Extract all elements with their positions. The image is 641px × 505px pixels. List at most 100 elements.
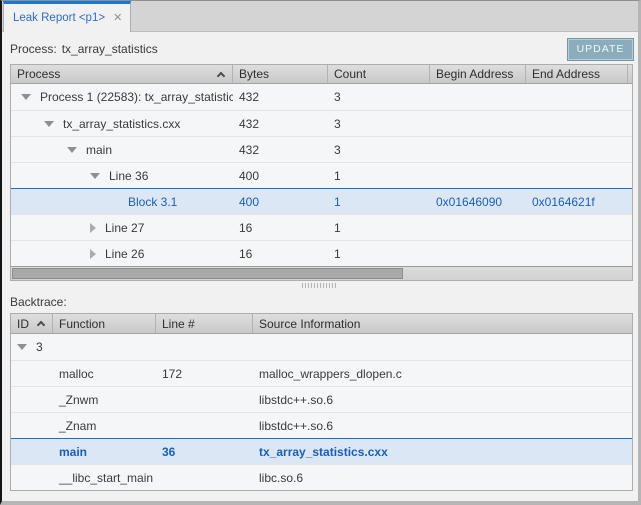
pane-splitter[interactable] [2,281,638,290]
leak-table-row[interactable]: tx_array_statistics.cxx 4323 [11,110,632,136]
src-cell: malloc_wrappers_dlopen.c [253,367,632,381]
leak-table-row[interactable]: Line 26161 [11,240,632,266]
btid-cell: 3 [628,195,633,209]
process-tree-cell: Line 36 [11,163,233,188]
column-header-fn[interactable]: Function [53,314,156,333]
id-cell [11,361,53,386]
line-cell: 36 [156,445,253,459]
backtrace-row[interactable]: 3 [11,334,632,360]
end-cell: 0x0164621f [526,195,628,209]
expand-triangle-icon[interactable] [90,223,96,233]
leak-table-row[interactable]: Process 1 (22583): tx_array_statistics43… [11,84,632,110]
process-label: Process: [10,42,57,56]
process-tree-cell: Line 26 [11,241,233,266]
leak-table-row[interactable]: Line 364001 [11,162,632,188]
collapse-triangle-icon[interactable] [90,173,100,179]
column-header-label: Function [59,317,105,331]
count-cell: 1 [328,221,430,235]
column-header-end[interactable]: End Address [526,65,628,83]
src-cell: libc.so.6 [253,471,632,485]
count-cell: 3 [328,117,430,131]
column-header-label: End Address [532,67,600,81]
column-header-process[interactable]: Process [11,65,233,83]
process-tree-cell: main [11,137,233,162]
bytes-cell: 432 [233,90,328,104]
begin-cell: 0x01646090 [430,195,526,209]
bytes-cell: 16 [233,247,328,261]
bytes-cell: 432 [233,143,328,157]
column-header-label: Bytes [239,67,269,81]
backtrace-row[interactable]: __libc_start_main libc.so.6 [11,464,632,490]
tree-node-label: Line 36 [109,169,148,183]
leak-table-row[interactable]: main4323 [11,136,632,162]
src-cell: tx_array_statistics.cxx [253,445,632,459]
process-value: tx_array_statistics [62,42,158,56]
id-cell [11,387,53,412]
id-cell: 3 [11,334,53,360]
process-tree-cell: Process 1 (22583): tx_array_statistics [11,84,233,110]
process-tree-cell: tx_array_statistics.cxx [11,111,233,136]
backtrace-table-body: 3malloc172malloc_wrappers_dlopen.c_Znwml… [11,334,632,490]
column-header-label: Line # [162,317,195,331]
fn-cell: _Znwm [53,393,156,407]
leak-report-window: Leak Report <p1> ✕ Process: tx_array_sta… [0,0,641,505]
fn-cell: _Znam [53,419,156,433]
column-header-src[interactable]: Source Information [253,314,632,333]
bytes-cell: 432 [233,117,328,131]
scrollbar-thumb[interactable] [12,268,403,279]
backtrace-table: ID Function Line # Source Information 3 mall… [10,313,633,491]
bytes-cell: 400 [233,195,328,209]
column-header-bytes[interactable]: Bytes [233,65,328,83]
collapse-triangle-icon[interactable] [17,344,27,350]
count-cell: 3 [328,143,430,157]
id-cell [11,465,53,490]
tree-node-label: Line 26 [105,247,144,261]
update-button[interactable]: UPDATE [567,38,634,61]
leak-table-row[interactable]: Line 27161 [11,214,632,240]
process-line: Process: tx_array_statistics UPDATE [2,32,638,64]
count-cell: 1 [328,195,430,209]
column-header-line[interactable]: Line # [156,314,253,333]
backtrace-row[interactable]: malloc172malloc_wrappers_dlopen.c [11,360,632,386]
column-header-label: Source Information [259,317,360,331]
column-header-count[interactable]: Count [328,65,430,83]
src-cell: libstdc++.so.6 [253,419,632,433]
column-header-btid[interactable]: B [628,65,633,83]
backtrace-row[interactable]: _Znwmlibstdc++.so.6 [11,386,632,412]
count-cell: 3 [328,90,430,104]
backtrace-label-text: Backtrace: [10,295,67,309]
id-cell [11,413,53,438]
fn-cell: __libc_start_main [53,471,156,485]
collapse-triangle-icon[interactable] [44,121,54,127]
leak-table-row[interactable]: Block 3.140010x016460900x0164621f3 [11,188,632,214]
fn-cell: main [53,445,156,459]
id-cell [11,439,53,464]
column-header-label: Count [334,67,366,81]
leak-table-header: Process Bytes Count Begin Address End Addres… [11,65,632,84]
expand-triangle-icon[interactable] [90,249,96,259]
tab-leak-report[interactable]: Leak Report <p1> ✕ [3,1,131,32]
sort-ascending-icon [37,321,45,329]
sort-ascending-icon [217,71,225,79]
column-header-id[interactable]: ID [11,314,53,333]
close-icon[interactable]: ✕ [113,13,122,24]
splitter-grip-icon [302,283,338,288]
leak-table-body: Process 1 (22583): tx_array_statistics43… [11,84,632,266]
tree-node-label: tx_array_statistics.cxx [63,117,180,131]
id-label: 3 [36,340,43,354]
column-header-begin[interactable]: Begin Address [430,65,526,83]
column-header-label: ID [17,317,29,331]
collapse-triangle-icon[interactable] [21,94,31,100]
backtrace-row[interactable]: main36tx_array_statistics.cxx [11,438,632,464]
tree-node-label: Process 1 (22583): tx_array_statistics [40,90,233,104]
fn-cell: malloc [53,367,156,381]
collapse-triangle-icon[interactable] [67,147,77,153]
tree-node-label: Line 27 [105,221,144,235]
horizontal-scrollbar[interactable] [10,266,633,281]
process-tree-cell: Block 3.1 [11,189,233,214]
backtrace-label: Backtrace: [2,290,638,313]
column-header-label: Begin Address [436,67,513,81]
backtrace-row[interactable]: _Znam libstdc++.so.6 [11,412,632,438]
bytes-cell: 400 [233,169,328,183]
leak-table: Process Bytes Count Begin Address End Addres… [10,64,633,281]
